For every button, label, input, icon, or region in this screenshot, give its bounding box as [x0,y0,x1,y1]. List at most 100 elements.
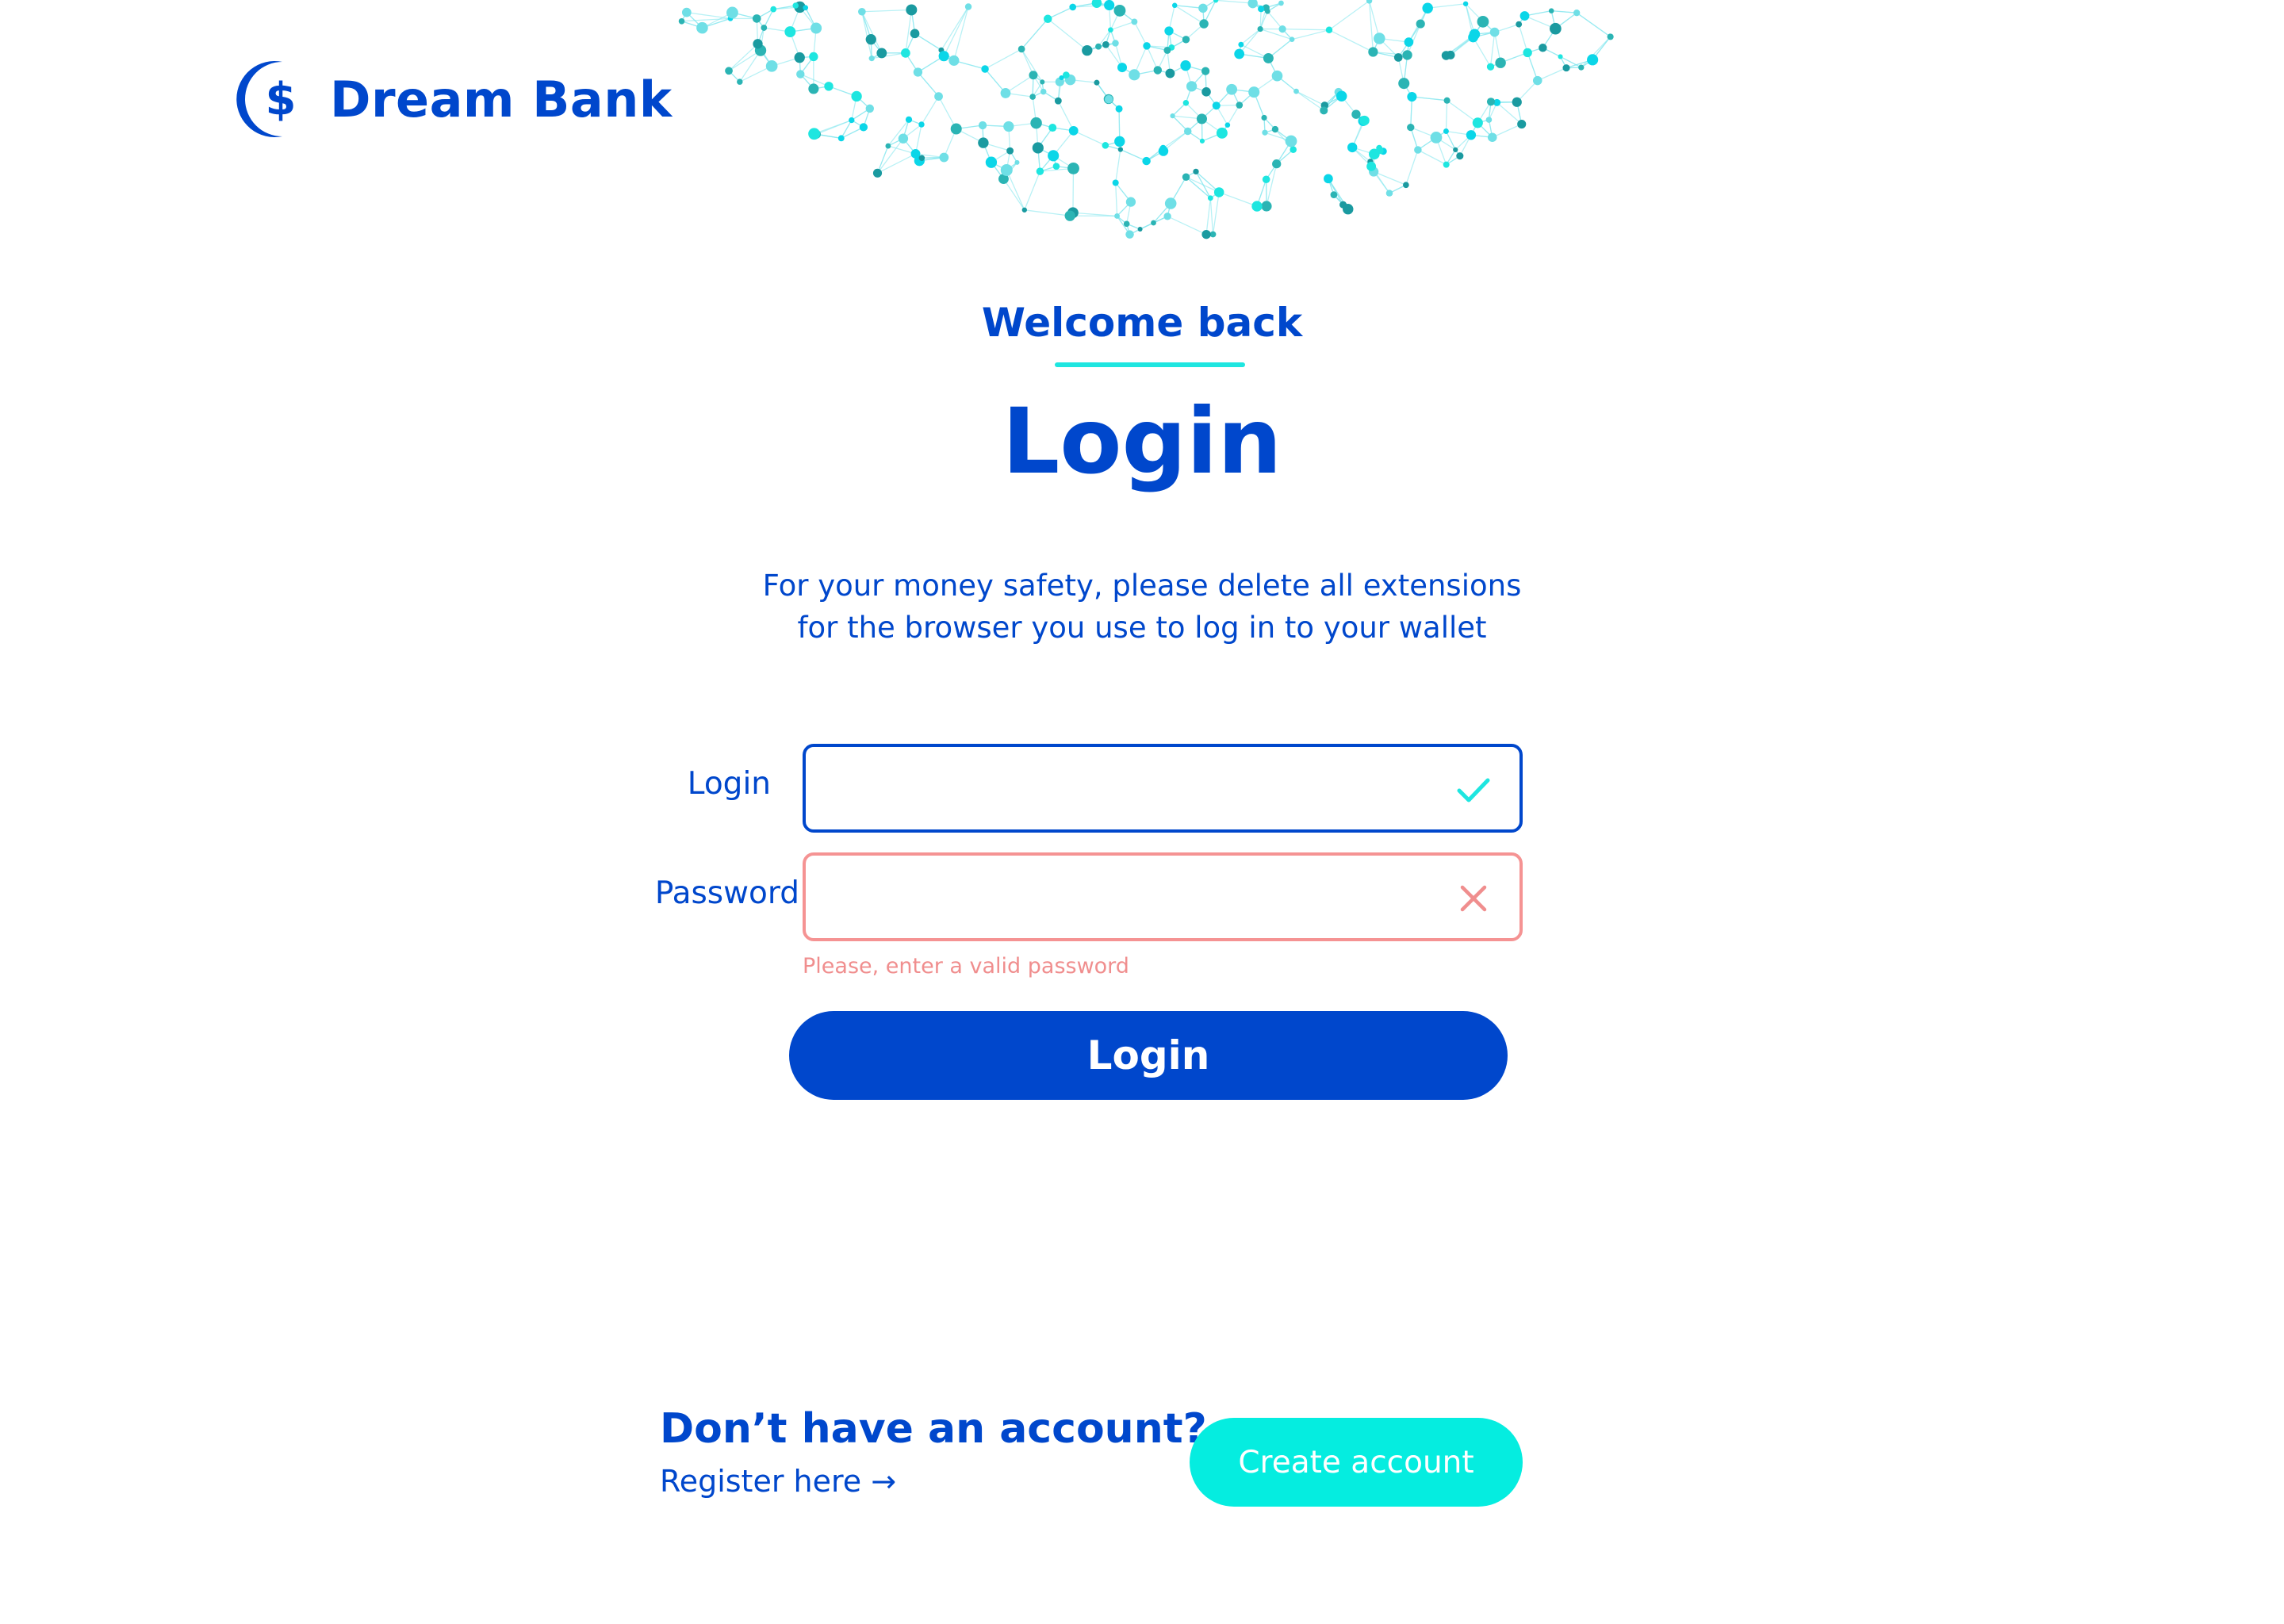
network-link [732,12,757,20]
network-link [1403,82,1412,98]
network-link [1490,62,1501,67]
network-link [1140,222,1154,230]
network-node [1164,26,1174,36]
network-link [914,153,920,162]
network-link [1008,126,1011,151]
network-link [1086,44,1106,52]
network-node [1032,142,1044,154]
network-link [814,133,817,135]
network-node [1069,3,1077,11]
login-field[interactable] [803,744,1523,833]
login-button[interactable]: Login [789,1011,1508,1100]
network-link [1368,0,1374,52]
network-node [1212,102,1221,110]
network-link [1435,136,1456,151]
create-account-button[interactable]: Create account [1190,1418,1523,1507]
network-node [1153,66,1163,75]
network-link [1266,163,1278,207]
network-link [702,17,731,29]
network-link [1333,194,1344,205]
network-node [1055,77,1064,86]
network-link [871,52,883,59]
network-link [1216,105,1228,125]
password-input[interactable] [830,871,1435,924]
network-link [1264,128,1276,133]
network-node [1067,207,1079,219]
network-link [1203,0,1217,25]
network-link [1033,75,1044,92]
network-link [876,138,904,174]
network-node [1067,162,1079,174]
network-link [1032,91,1044,98]
network-node [1271,70,1283,82]
network-link [1473,21,1484,35]
network-link [773,6,800,10]
network-link [828,86,857,98]
network-link [1494,24,1519,33]
network-link [1033,75,1043,82]
network-node [1443,97,1450,104]
network-link [870,39,883,54]
brand-logo[interactable]: $ Dream Bank [236,56,673,143]
network-node [1366,0,1373,4]
network-link [1267,58,1278,77]
network-link [795,5,806,9]
network-link [1117,215,1128,224]
password-field[interactable] [803,852,1523,941]
network-node [1404,37,1414,47]
network-link [1216,89,1232,106]
network-node [1578,64,1585,71]
network-node [1182,173,1190,181]
network-link [1167,203,1171,216]
network-link [1496,102,1517,103]
network-link [1105,140,1120,146]
network-link [813,86,830,90]
network-link [1195,171,1211,199]
network-node [1125,230,1134,239]
network-link [1126,224,1131,235]
network-link [1174,5,1205,25]
network-link [1170,176,1187,204]
network-node [1261,201,1272,212]
network-link [1167,30,1170,51]
network-link [1168,30,1186,40]
network-node [1017,45,1025,53]
network-link [1170,65,1186,75]
network-link [1256,179,1267,207]
welcome-underline [1055,362,1245,367]
network-link [943,6,969,57]
network-link [1489,32,1496,67]
network-node [1198,3,1208,13]
network-link [1119,10,1135,22]
network-link [1406,42,1410,56]
network-link [919,156,945,162]
network-link [1373,171,1390,193]
network-link [799,6,806,9]
network-node [837,135,845,142]
register-link[interactable]: Register here → [660,1464,896,1499]
network-link [1252,2,1262,10]
network-link [1333,194,1349,210]
network-link [1446,54,1451,56]
network-link [1047,6,1073,20]
network-link [1185,65,1206,72]
network-link [1191,71,1206,87]
login-input[interactable] [830,763,1435,815]
network-link [1352,147,1375,155]
network-link [686,12,731,20]
network-link [800,73,830,87]
network-link [1040,166,1057,172]
network-link [983,124,1009,128]
network-link [943,56,955,61]
network-link [1061,75,1067,79]
network-link [1052,130,1075,156]
network-link [841,126,864,139]
network-link [1187,130,1203,142]
network-link [813,28,817,57]
network-link [1109,10,1121,30]
network-node [1336,90,1347,102]
network-link [953,6,969,61]
network-link [1134,69,1158,75]
network-node [978,137,989,148]
network-node [1000,163,1013,176]
